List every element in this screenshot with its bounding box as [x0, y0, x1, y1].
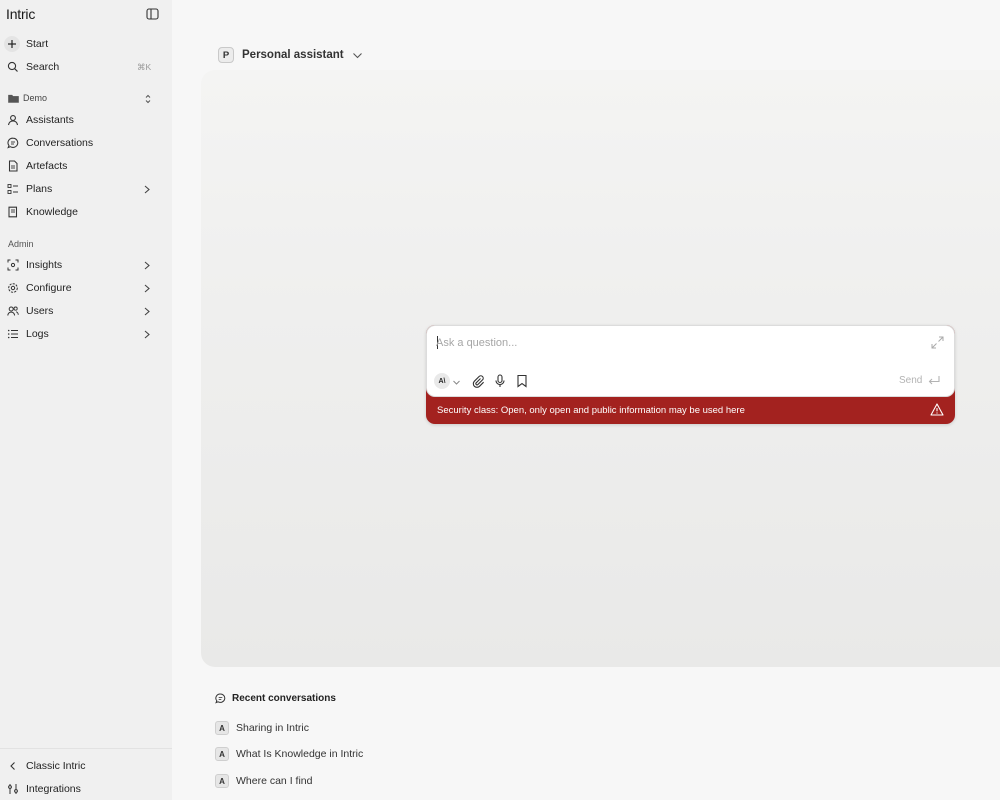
bookmark-icon[interactable]	[515, 374, 529, 388]
sidebar-item-label: Plans	[26, 183, 53, 195]
app-logo: Intric	[6, 6, 36, 22]
recent-conversations-header: Recent conversations	[215, 693, 336, 704]
knowledge-icon	[7, 206, 19, 218]
sidebar-item-integrations[interactable]: Integrations	[0, 778, 172, 800]
recent-conversation-item[interactable]: A Where can I find	[215, 773, 312, 789]
gear-icon	[7, 282, 19, 294]
sidebar-item-label: Start	[26, 38, 49, 50]
users-icon	[7, 305, 19, 317]
composer: A\ Send Security class: Open, only open …	[426, 325, 955, 424]
sidebar-item-plans[interactable]: Plans	[0, 178, 172, 200]
sidebar-item-classic-intric[interactable]: Classic Intric	[0, 755, 172, 777]
space-selector[interactable]: Demo	[0, 92, 172, 106]
assistant-avatar: P	[218, 47, 234, 63]
chevron-right-icon	[142, 330, 151, 339]
sidebar-item-label: Assistants	[26, 114, 74, 126]
sidebar-item-configure[interactable]: Configure	[0, 277, 172, 299]
expand-icon[interactable]	[931, 336, 944, 349]
chevron-down-icon	[352, 50, 363, 61]
assistant-avatar: A	[215, 721, 229, 735]
conversations-icon	[7, 137, 19, 149]
sidebar-item-start[interactable]: Start	[0, 33, 172, 55]
recent-conversations-title: Recent conversations	[232, 693, 336, 704]
warning-icon	[930, 403, 944, 416]
chevron-left-icon	[7, 760, 19, 772]
search-icon	[7, 61, 19, 73]
sidebar-item-label: Insights	[26, 259, 63, 271]
conversation-title: Where can I find	[236, 775, 313, 787]
search-shortcut: ⌘K	[137, 61, 152, 72]
plans-icon	[7, 183, 19, 195]
sidebar-toggle-icon[interactable]	[146, 8, 159, 20]
plus-icon	[4, 36, 20, 52]
sidebar-item-search[interactable]: Search ⌘K	[0, 56, 172, 78]
sidebar-item-label: Classic Intric	[26, 760, 86, 772]
recent-conversation-item[interactable]: A What Is Knowledge in Intric	[215, 746, 363, 762]
chevron-right-icon	[142, 307, 151, 316]
integrations-icon	[7, 783, 19, 795]
assistant-avatar: A	[215, 747, 229, 761]
logs-icon	[7, 328, 19, 340]
paperclip-icon[interactable]	[471, 374, 485, 388]
chevron-right-icon	[142, 284, 151, 293]
question-input[interactable]	[436, 334, 916, 351]
chevron-down-icon[interactable]	[452, 378, 461, 387]
conversation-title: Sharing in Intric	[236, 722, 309, 734]
admin-section-label: Admin	[8, 239, 34, 249]
folder-icon	[8, 94, 19, 103]
assistant-selector[interactable]: P Personal assistant	[218, 46, 363, 64]
microphone-icon[interactable]	[493, 374, 507, 388]
sidebar-item-label: Users	[26, 305, 54, 317]
chevron-right-icon	[142, 261, 151, 270]
sidebar-item-conversations[interactable]: Conversations	[0, 132, 172, 154]
sidebar-item-artefacts[interactable]: Artefacts	[0, 155, 172, 177]
enter-icon	[922, 375, 940, 386]
space-name: Demo	[23, 93, 48, 103]
assistants-icon	[7, 114, 19, 126]
sidebar-item-insights[interactable]: Insights	[0, 254, 172, 276]
sidebar-item-label: Integrations	[26, 783, 81, 795]
artefacts-icon	[7, 160, 19, 172]
sidebar-item-logs[interactable]: Logs	[0, 323, 172, 345]
sidebar: Intric Start Search ⌘K Demo Assistants C…	[0, 0, 172, 800]
model-selector-button[interactable]: A\	[434, 373, 450, 389]
sidebar-item-label: Logs	[26, 328, 49, 340]
insights-icon	[7, 259, 19, 271]
sidebar-item-users[interactable]: Users	[0, 300, 172, 322]
recent-conversation-item[interactable]: A Sharing in Intric	[215, 720, 309, 736]
composer-input-box: A\ Send	[426, 325, 955, 397]
sidebar-item-assistants[interactable]: Assistants	[0, 109, 172, 131]
sidebar-item-knowledge[interactable]: Knowledge	[0, 201, 172, 223]
send-button[interactable]: Send	[899, 375, 940, 386]
assistant-avatar: A	[215, 774, 229, 788]
assistant-name: Personal assistant	[242, 49, 344, 61]
sidebar-item-label: Conversations	[26, 137, 94, 149]
chevron-right-icon	[142, 185, 151, 194]
sidebar-item-label: Artefacts	[26, 160, 68, 172]
chevron-up-down-icon	[144, 94, 152, 104]
security-class-notice: Security class: Open, only open and publ…	[437, 405, 745, 416]
sidebar-item-label: Search	[26, 61, 60, 73]
sidebar-item-label: Configure	[26, 282, 72, 294]
send-label: Send	[899, 375, 923, 386]
chat-bubble-icon	[215, 693, 226, 704]
conversation-title: What Is Knowledge in Intric	[236, 748, 364, 760]
sidebar-item-label: Knowledge	[26, 206, 78, 218]
sidebar-divider	[0, 748, 172, 749]
